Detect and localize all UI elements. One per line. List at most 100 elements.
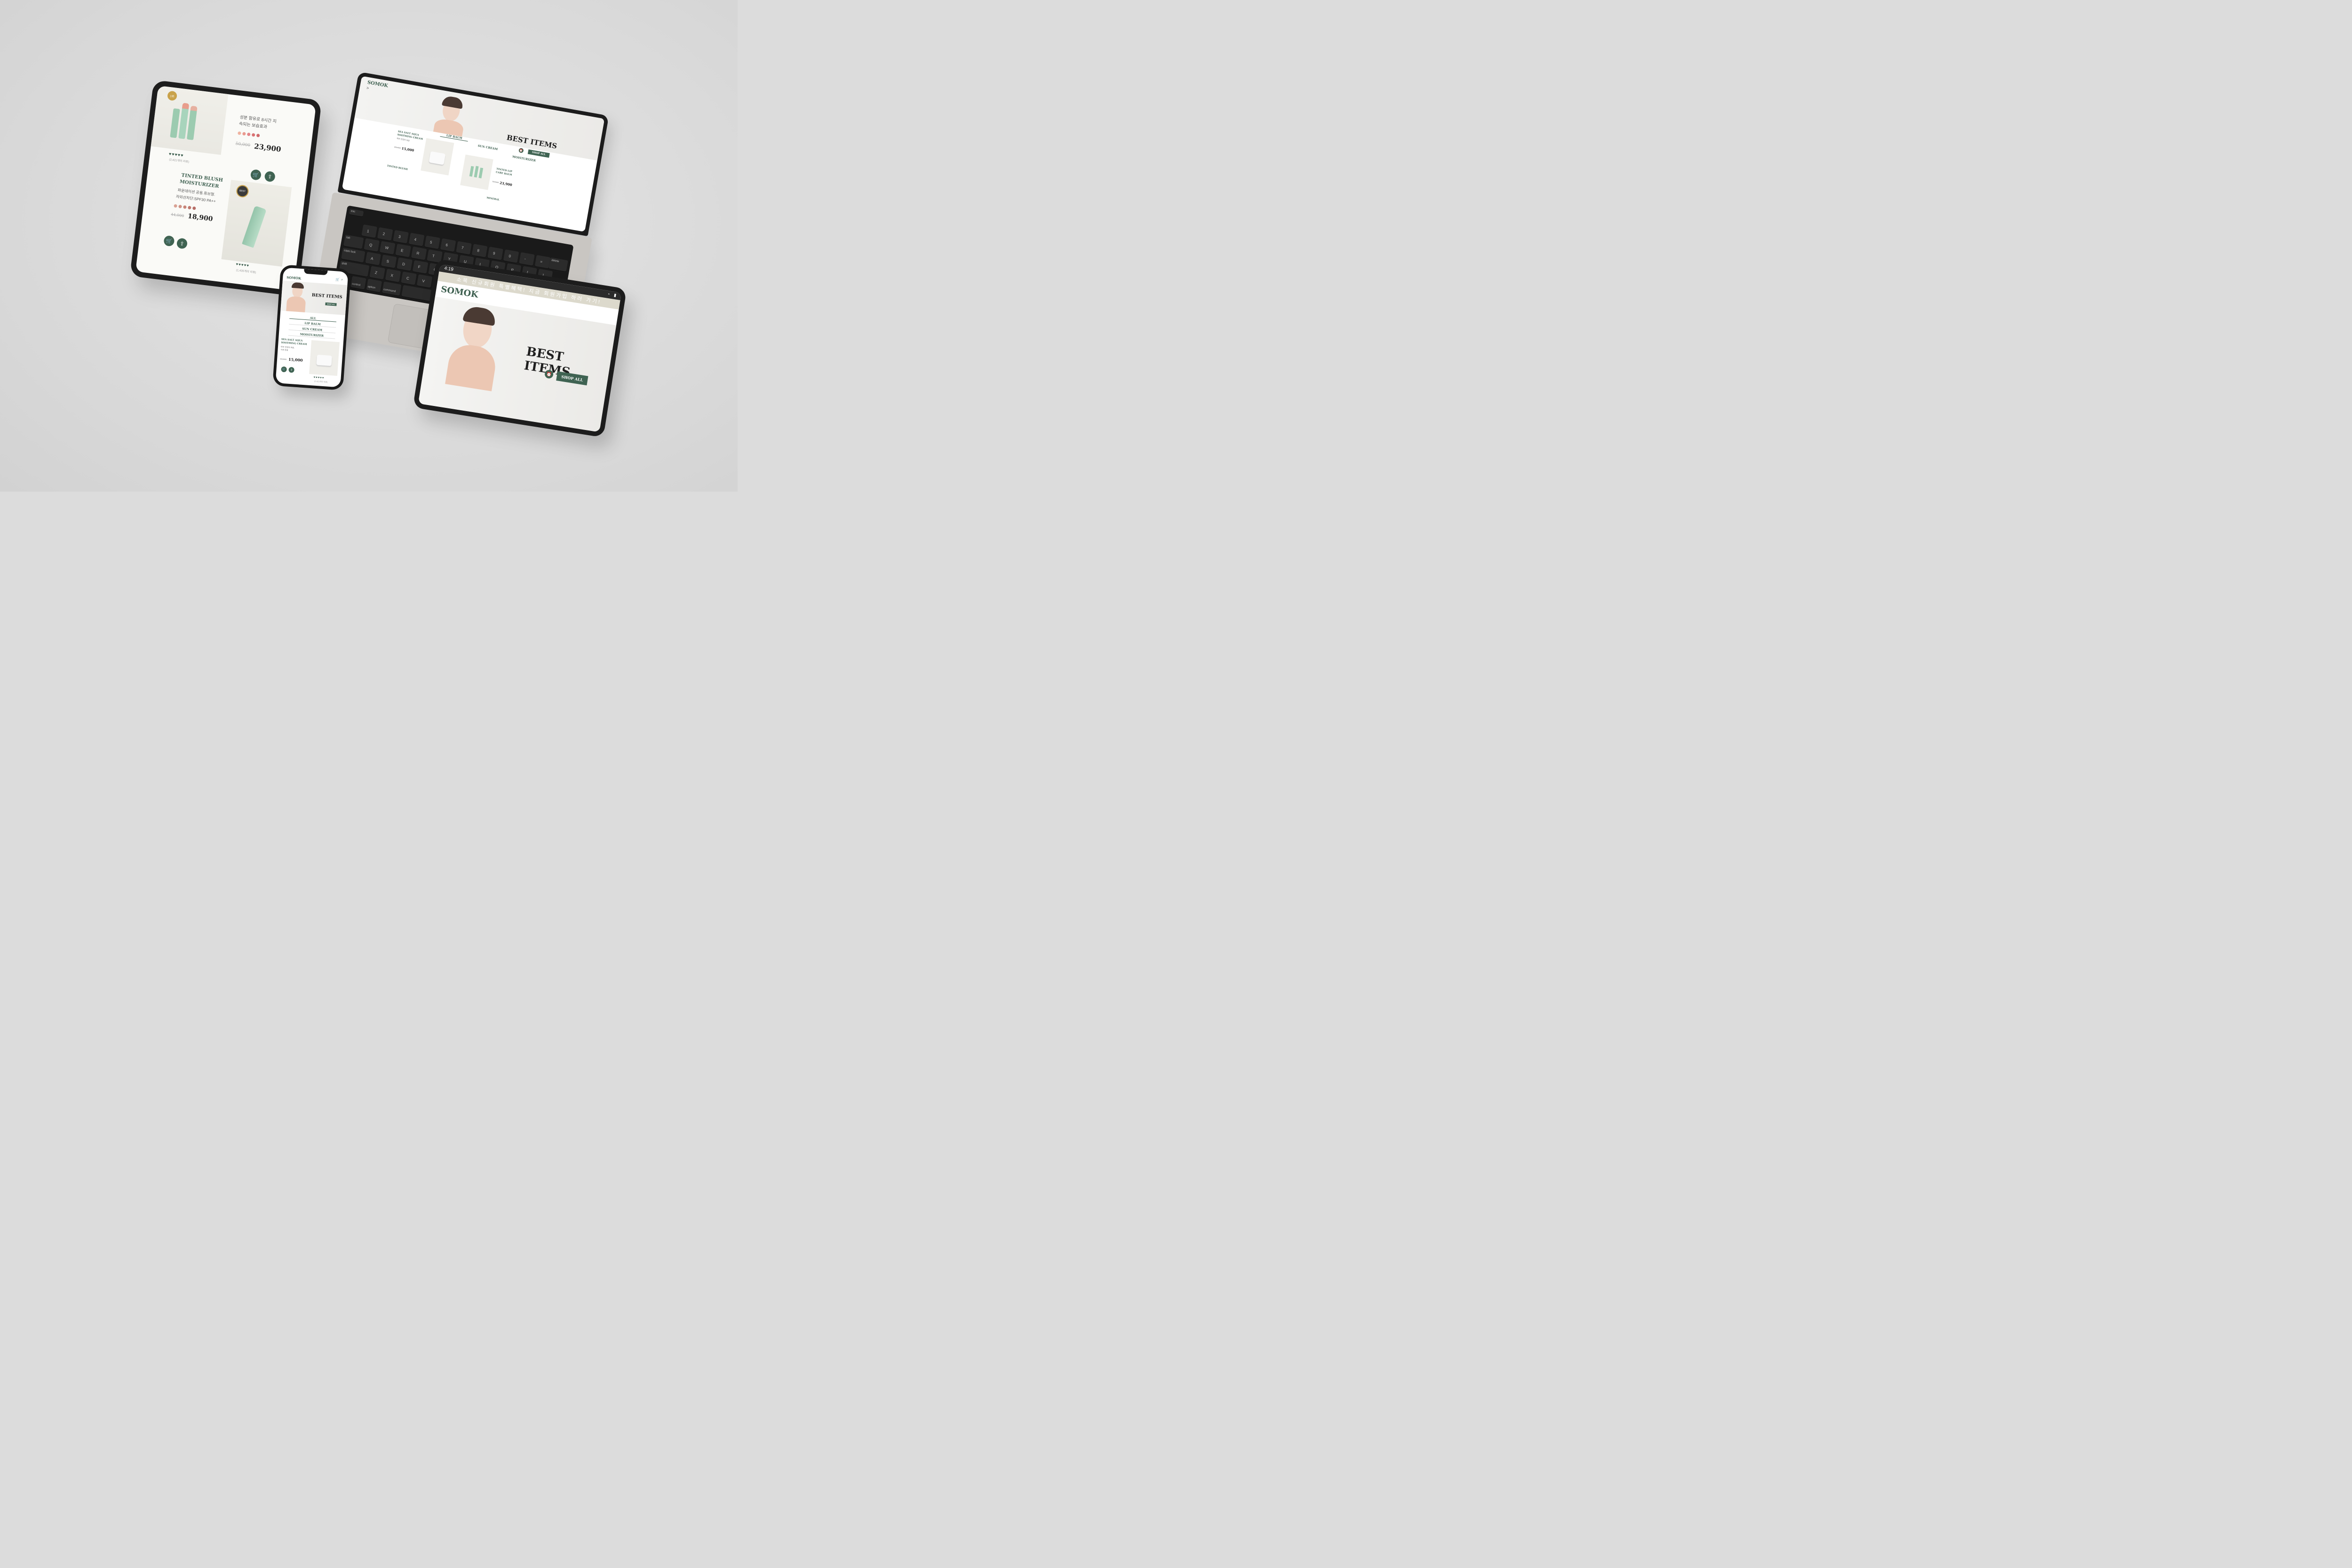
key-option[interactable]: option	[366, 279, 382, 293]
share-button[interactable]: ⇪	[264, 170, 276, 183]
key-label: 5	[429, 240, 433, 245]
status-time: 4:19	[444, 265, 454, 272]
key-3[interactable]: 3	[393, 230, 409, 244]
hero-banner: BEST ITEMS ⏰ SHOP ALL	[418, 296, 617, 432]
key-z[interactable]: Z	[369, 266, 385, 280]
key-7[interactable]: 7	[456, 241, 472, 255]
old-price: 29,000	[279, 358, 287, 361]
search-icon[interactable]: ⌕	[341, 278, 343, 282]
key-label: 6	[445, 243, 448, 247]
key-label: 0	[508, 254, 511, 259]
brand-logo[interactable]: SOMOK	[440, 284, 479, 300]
key-q[interactable]: Q	[364, 238, 380, 252]
key-w[interactable]: W	[379, 241, 396, 255]
alarm-button[interactable]: ⏰	[518, 148, 524, 153]
key-x[interactable]: X	[385, 269, 401, 283]
key-8[interactable]: 8	[471, 244, 488, 258]
shade-swatch[interactable]	[192, 206, 196, 210]
cream-jar	[429, 151, 446, 165]
cream-product-image[interactable]	[421, 138, 454, 175]
key-label: 1	[366, 229, 370, 234]
key-1[interactable]: 1	[361, 224, 378, 238]
key-4[interactable]: 4	[408, 232, 425, 247]
key-control[interactable]: control	[350, 276, 366, 290]
old-price: 44,000	[170, 212, 184, 218]
add-to-cart-button[interactable]: 🛒	[281, 366, 287, 373]
phone: SOMOK 🛒 ⌕ BEST ITEMS SHOP ALL ALL LIP BA…	[272, 264, 351, 390]
key-label: C	[406, 276, 410, 281]
cart-icon[interactable]: 🛒	[335, 278, 340, 282]
shade-swatch[interactable]	[174, 204, 178, 208]
old-price: 50,000	[235, 141, 251, 148]
key-2[interactable]: 2	[377, 227, 393, 241]
key-label: D	[402, 262, 405, 267]
key-5[interactable]: 5	[424, 235, 440, 249]
key-=[interactable]: =	[534, 255, 551, 269]
moisturizer-product-image[interactable]: BEST	[221, 180, 292, 267]
tab-moisturizer[interactable]: MOISTURIZER	[510, 155, 538, 163]
key-command[interactable]: command	[381, 281, 402, 296]
key-6[interactable]: 6	[440, 238, 456, 252]
key-tab[interactable]: tab	[343, 234, 364, 249]
cart-icon: 🛒	[252, 172, 260, 178]
shade-swatch[interactable]	[178, 205, 182, 208]
key-c[interactable]: C	[401, 271, 417, 285]
key-label: 3	[398, 234, 401, 239]
key-v[interactable]: V	[416, 274, 433, 288]
key-esc[interactable]: esc	[349, 208, 364, 217]
key-a[interactable]: A	[365, 252, 381, 266]
key-f[interactable]: F	[412, 260, 429, 274]
key-s[interactable]: S	[381, 255, 397, 269]
cart-icon: 🛒	[165, 238, 173, 245]
key-label: X	[390, 273, 394, 278]
key-9[interactable]: 9	[487, 247, 503, 261]
key-label: R	[416, 251, 420, 256]
key-label: V	[421, 279, 425, 284]
shade-swatch[interactable]	[187, 206, 191, 210]
shade-swatch[interactable]	[242, 132, 246, 136]
key-delete[interactable]: delete	[548, 257, 568, 272]
moisturizer-tube	[242, 206, 267, 248]
price: 18,900	[187, 212, 214, 223]
shade-swatch[interactable]	[238, 131, 241, 135]
wifi-icon: ◔	[607, 291, 611, 297]
key-label: -	[524, 256, 526, 261]
shop-all-button[interactable]: SHOP ALL	[325, 302, 337, 306]
rating-hearts: ♥♥♥♥♥	[313, 376, 325, 380]
key-0[interactable]: 0	[503, 249, 519, 263]
key-r[interactable]: R	[411, 247, 427, 260]
brand-logo[interactable]: SOMOK	[286, 275, 302, 280]
phone-hero: BEST ITEMS SHOP ALL	[280, 280, 348, 315]
key-label: 9	[493, 251, 496, 256]
key-e[interactable]: E	[395, 244, 411, 257]
shade-swatch[interactable]	[246, 132, 251, 136]
tab-sun-cream[interactable]: SUN CREAM	[474, 143, 502, 151]
share-icon: ⇪	[267, 174, 272, 180]
add-to-cart-button[interactable]: 🛒	[163, 235, 175, 247]
key--[interactable]: -	[519, 252, 535, 266]
key-label: 2	[382, 231, 385, 237]
add-to-cart-button[interactable]: 🛒	[250, 169, 262, 181]
left-tablet-screen: 1위 ♥♥♥♥♥ (2,421개의 리뷰) 성분 함유로 8시간 지 속되는 보…	[135, 85, 316, 291]
lip-product-image[interactable]	[460, 154, 493, 190]
product-name: SOOTHING CREAM	[281, 341, 307, 346]
price: 23,900	[499, 181, 513, 187]
key-label: Z	[374, 270, 378, 275]
shade-swatches[interactable]	[237, 128, 262, 140]
key-caps-lock[interactable]: caps lock	[341, 247, 366, 263]
cream-product-image[interactable]	[309, 340, 340, 376]
share-button[interactable]: ⇪	[176, 238, 188, 249]
shade-swatch[interactable]	[256, 134, 260, 137]
key-label: =	[540, 259, 543, 264]
lip-balm-product-image[interactable]: 1위	[151, 85, 229, 155]
tab-moisturizer[interactable]: MOISTURIZER	[288, 332, 335, 339]
shade-swatch[interactable]	[183, 205, 187, 209]
shade-swatch[interactable]	[251, 133, 255, 137]
product-name: TINTED BLUSH	[387, 164, 408, 171]
cart-icon: 🛒	[282, 368, 286, 371]
shade-swatches[interactable]	[174, 201, 198, 213]
phone-screen: SOMOK 🛒 ⌕ BEST ITEMS SHOP ALL ALL LIP BA…	[275, 267, 349, 388]
key-d[interactable]: D	[397, 257, 413, 271]
share-button[interactable]: ⇪	[288, 366, 295, 373]
model-photo	[440, 300, 509, 392]
